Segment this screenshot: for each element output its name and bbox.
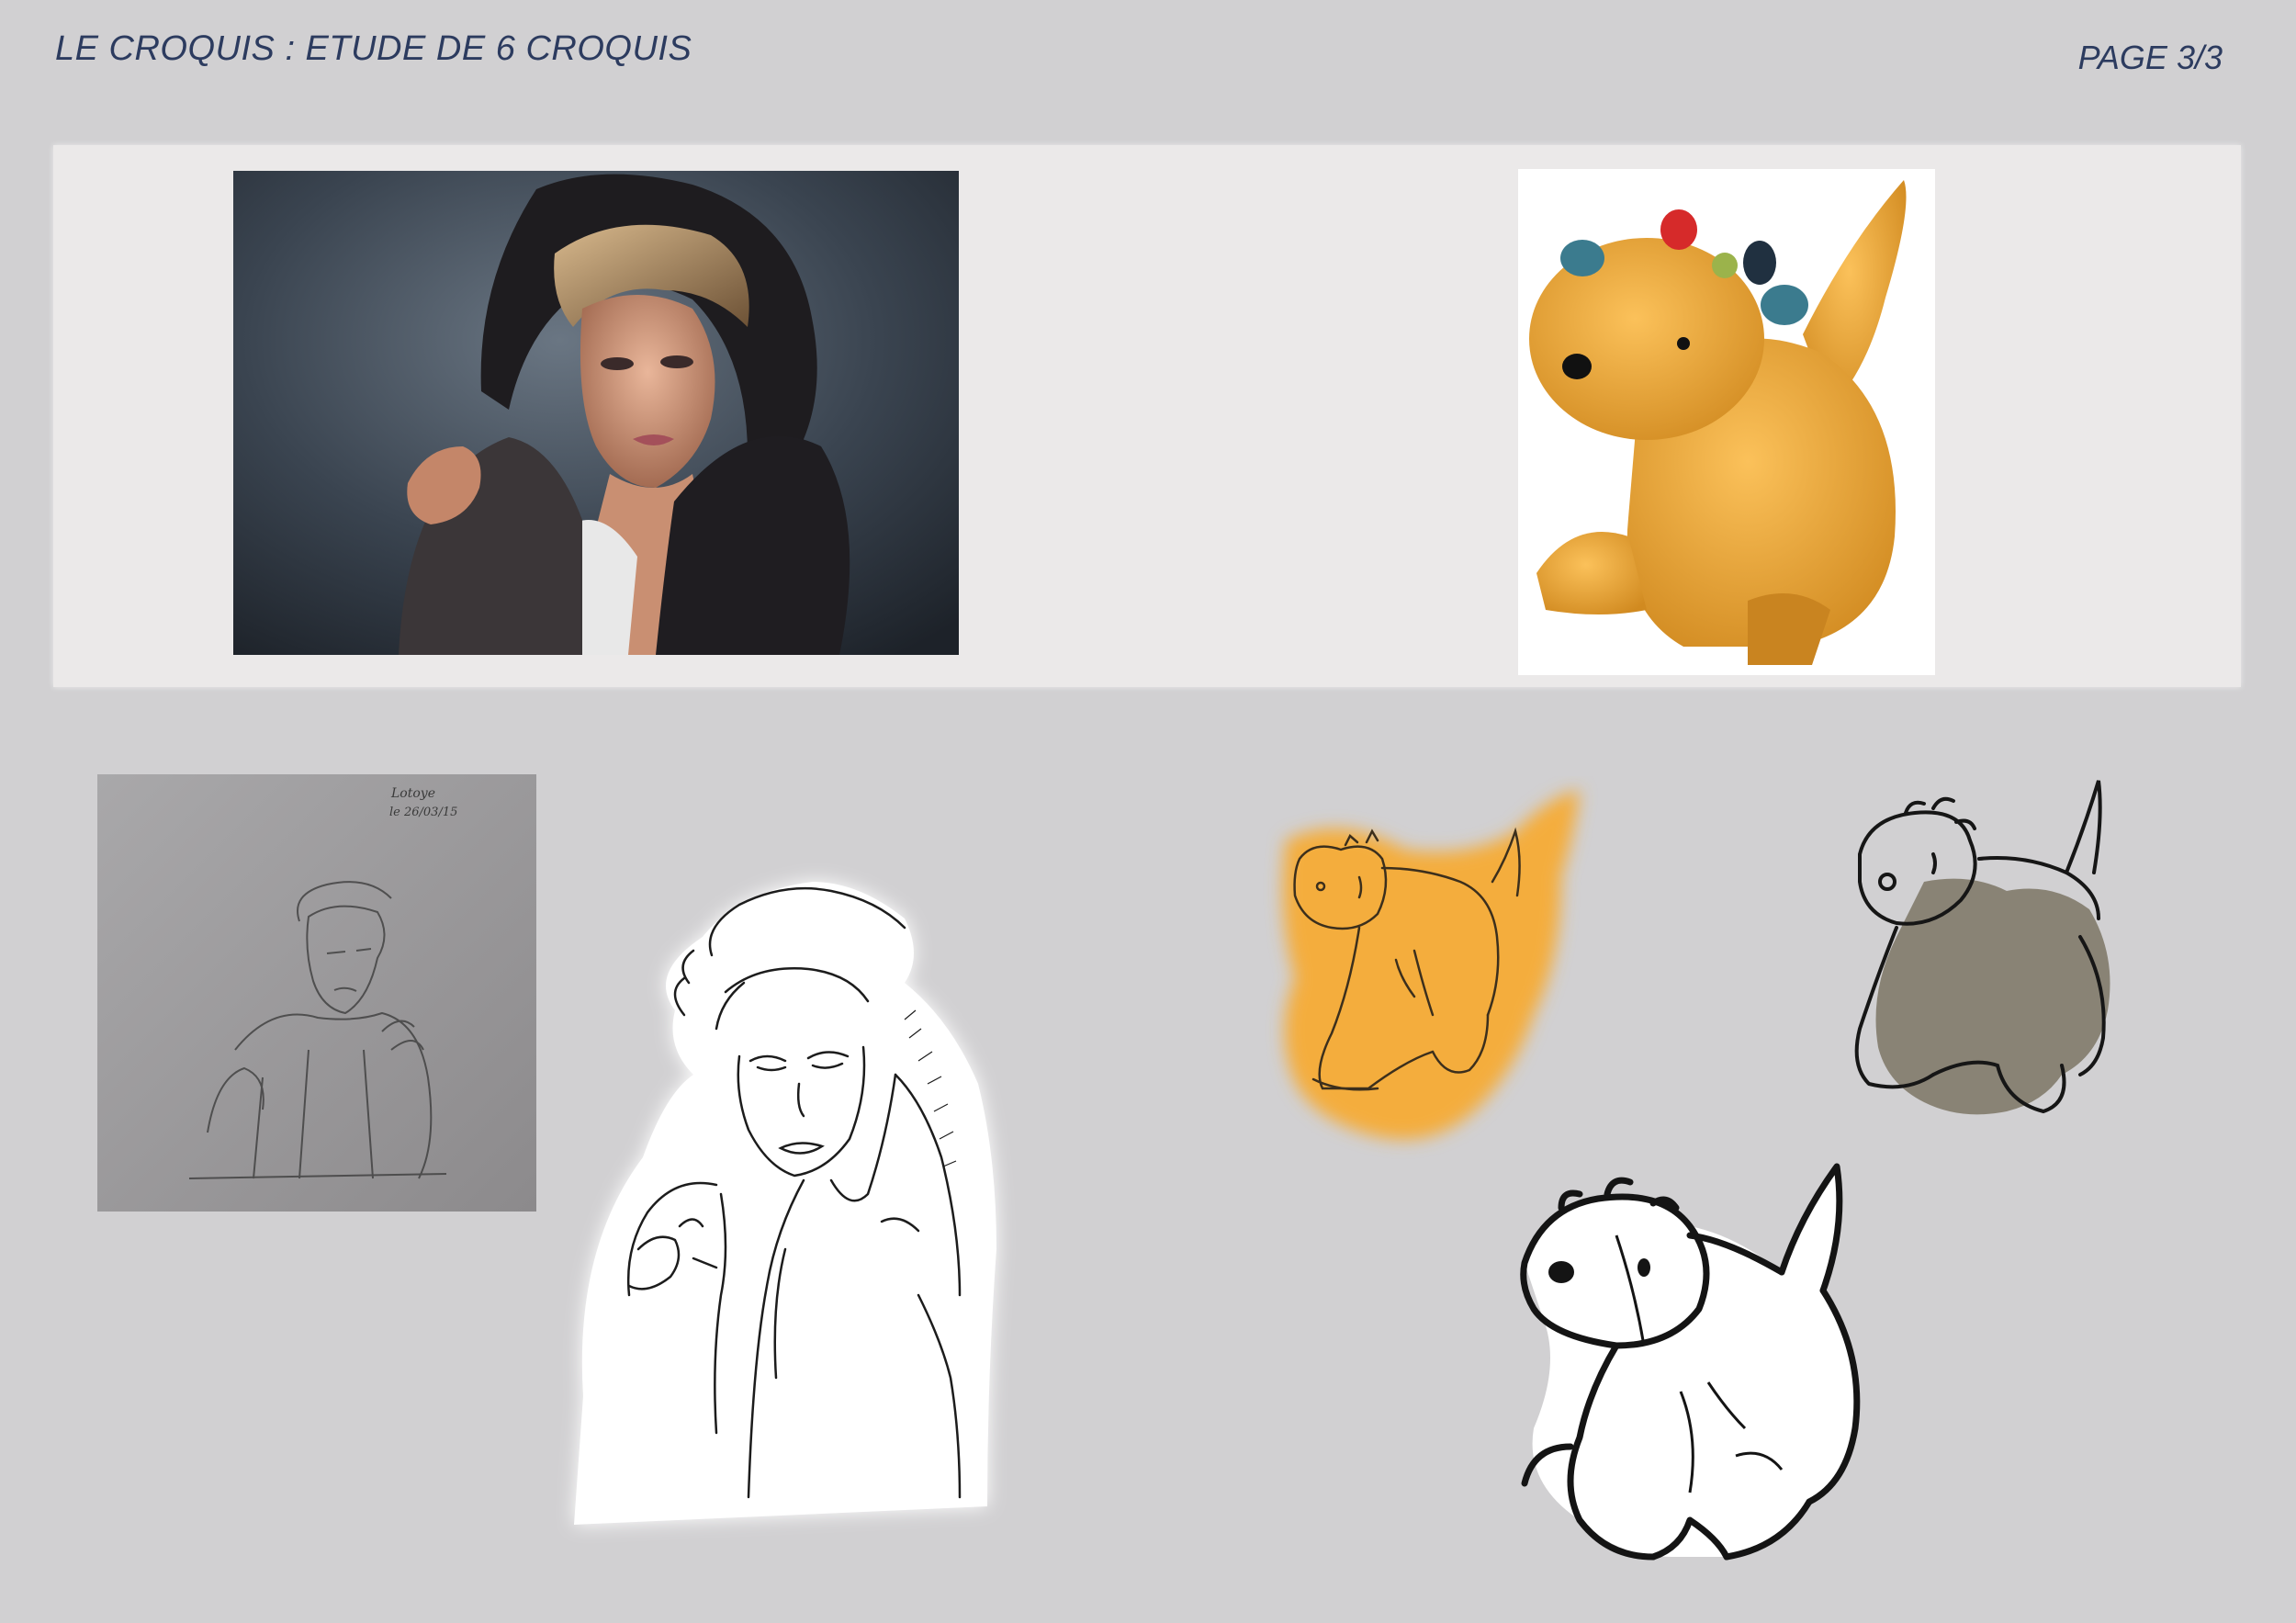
bw-dinosaur-sketch bbox=[1506, 1153, 1883, 1584]
reference-portrait-photo bbox=[233, 171, 959, 655]
reference-toy-photo bbox=[1518, 169, 1935, 675]
page-title: LE CROQUIS : ETUDE DE 6 CROQUIS bbox=[55, 29, 692, 68]
paper-note-line1: Lotoye bbox=[390, 786, 435, 801]
page-number: PAGE 3/3 bbox=[2077, 39, 2223, 76]
paper-note-line2: le 26/03/15 bbox=[389, 806, 457, 819]
digital-line-sketch-woman bbox=[556, 863, 1088, 1548]
pencil-sketch-paper: Lotoye le 26/03/15 bbox=[97, 774, 536, 1212]
gray-dinosaur-sketch bbox=[1823, 772, 2163, 1157]
orange-dinosaur-sketch bbox=[1258, 776, 1607, 1171]
